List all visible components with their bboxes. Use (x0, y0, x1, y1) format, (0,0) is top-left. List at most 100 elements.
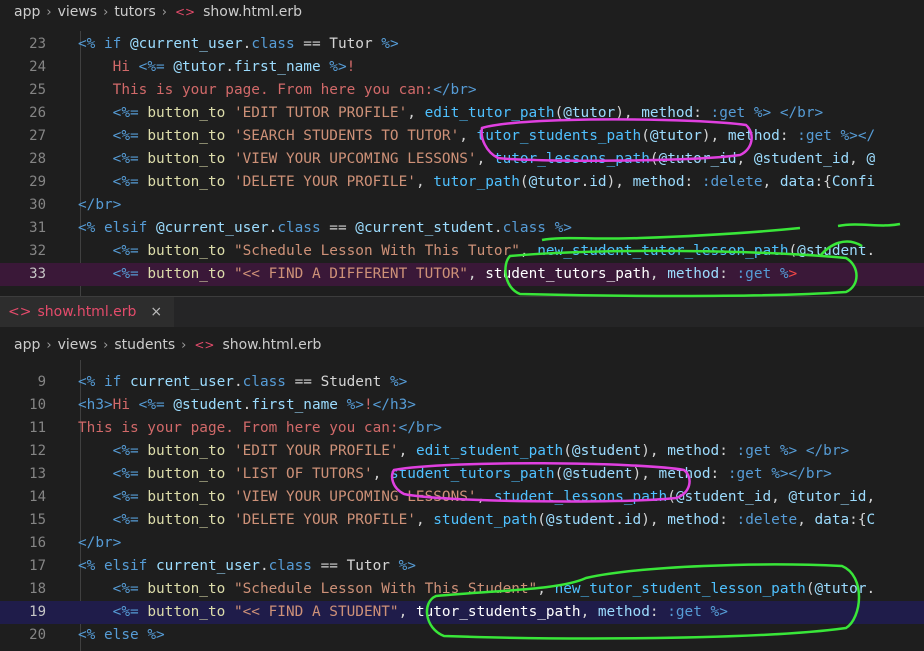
code-token: @current_user (156, 220, 269, 236)
code-line[interactable]: 31 <% elsif @current_user.class == @curre… (0, 217, 924, 240)
code-token: : (649, 604, 668, 620)
code-token: first_name (233, 59, 321, 75)
code-line[interactable]: 16 </br> (0, 532, 924, 555)
code-token: class (277, 220, 321, 236)
code-token: ( (519, 174, 529, 190)
code-text: <%= button_to 'LIST OF TUTORS', student_… (78, 463, 832, 486)
line-number: 19 (29, 604, 46, 620)
breadcrumb-item[interactable]: views (58, 337, 98, 353)
code-line[interactable]: 10 <h3>Hi <%= @student.first_name %>!</h3… (0, 394, 924, 417)
breadcrumb-item[interactable]: students (114, 337, 175, 353)
breadcrumb-file[interactable]: show.html.erb (203, 4, 302, 20)
code-token: , (476, 489, 494, 505)
code-token: : (719, 266, 737, 282)
code-line[interactable]: 20 <% else %> (0, 624, 924, 647)
code-token: : (719, 443, 737, 459)
code-token: %> (771, 466, 789, 482)
line-number: 31 (29, 220, 46, 236)
code-token: data (814, 512, 850, 528)
code-line[interactable]: 18 <%= button_to "Schedule Lesson With T… (0, 578, 924, 601)
code-token: </br> (788, 466, 832, 482)
code-line[interactable]: 30 </br> (0, 194, 924, 217)
code-line[interactable]: 25 This is your page. From here you can:… (0, 79, 924, 102)
code-token: button_to (147, 604, 226, 620)
code-token: @tutor (528, 174, 581, 190)
code-token: , (415, 512, 434, 528)
code-token: @student (173, 397, 243, 413)
code-token: button_to (147, 512, 226, 528)
code-text: <%= button_to 'VIEW YOUR UPCOMING LESSON… (78, 486, 876, 509)
tab-show-html-erb[interactable]: <> show.html.erb × (0, 297, 175, 327)
code-text: Hi <%= @tutor.first_name %>! (78, 56, 356, 79)
close-icon[interactable]: × (150, 304, 162, 320)
code-token: == Tutor (311, 558, 399, 574)
code-text: <%= button_to 'EDIT YOUR PROFILE', edit_… (78, 440, 850, 463)
code-token: @tutor (173, 59, 226, 75)
code-text: <% elsif current_user.class == Tutor %> (78, 555, 416, 578)
code-token: </h3> (372, 397, 416, 413)
code-token: == Tutor (294, 36, 382, 52)
chevron-right-icon: › (46, 4, 52, 20)
code-line[interactable]: 27 <%= button_to 'SEARCH STUDENTS TO TUT… (0, 125, 924, 148)
code-token: . (866, 243, 876, 259)
code-token: <% (78, 374, 96, 390)
code-line[interactable]: 11 This is your page. From here you can:<… (0, 417, 924, 440)
chevron-right-icon: › (46, 337, 52, 353)
code-token: This is your page. From here you can: (112, 82, 434, 98)
code-line[interactable]: 23 <% if @current_user.class == Tutor %> (0, 33, 924, 56)
code-token: , (415, 174, 434, 190)
code-line[interactable]: 9 <% if current_user.class == Student %> (0, 371, 924, 394)
code-line[interactable]: 33 <%= button_to "<< FIND A DIFFERENT TU… (0, 263, 924, 286)
code-token: student_path (433, 512, 538, 528)
code-line[interactable]: 17 <% elsif current_user.class == Tutor %… (0, 555, 924, 578)
code-token: %> (554, 220, 572, 236)
code-token: @student (563, 466, 633, 482)
code-line[interactable]: 29 <%= button_to 'DELETE YOUR PROFILE', … (0, 171, 924, 194)
editor-pane-bottom[interactable]: 9 <% if current_user.class == Student %> 1… (0, 360, 924, 651)
code-token: 'VIEW YOUR UPCOMING LESSONS' (233, 151, 477, 167)
code-line[interactable]: 12 <%= button_to 'EDIT YOUR PROFILE', ed… (0, 440, 924, 463)
code-text: <%= button_to "<< FIND A DIFFERENT TUTOR… (78, 263, 798, 286)
code-line[interactable]: 13 <%= button_to 'LIST OF TUTORS', stude… (0, 463, 924, 486)
code-token: <%= (112, 243, 139, 259)
editor-pane-top[interactable]: 23 <% if @current_user.class == Tutor %> 2… (0, 31, 924, 296)
breadcrumb-item[interactable]: app (14, 4, 40, 20)
code-token: <% (78, 220, 96, 236)
breadcrumb-file[interactable]: show.html.erb (222, 337, 321, 353)
code-line[interactable]: 24 Hi <%= @tutor.first_name %>! (0, 56, 924, 79)
code-token: , (736, 151, 754, 167)
code-token: . (233, 374, 243, 390)
code-token: ( (554, 466, 564, 482)
chevron-right-icon: › (103, 4, 109, 20)
line-number: 30 (29, 197, 46, 213)
code-text: This is your page. From here you can:</b… (78, 417, 442, 440)
code-line[interactable]: 15 <%= button_to 'DELETE YOUR PROFILE', … (0, 509, 924, 532)
code-token: button_to (147, 266, 226, 282)
code-token: . (268, 220, 278, 236)
code-text: </br> (78, 532, 121, 555)
code-token: == (320, 220, 356, 236)
code-line[interactable]: 19 <%= button_to "<< FIND A STUDENT", tu… (0, 601, 924, 624)
code-text: </br> (78, 194, 121, 217)
code-line[interactable]: 14 <%= button_to 'VIEW YOUR UPCOMING LES… (0, 486, 924, 509)
code-token: @tutor (814, 581, 867, 597)
code-line[interactable]: 32 <%= button_to "Schedule Lesson With T… (0, 240, 924, 263)
breadcrumb-item[interactable]: views (58, 4, 98, 20)
code-line[interactable]: 28 <%= button_to 'VIEW YOUR UPCOMING LES… (0, 148, 924, 171)
code-token: ( (641, 128, 650, 144)
breadcrumb-item[interactable]: tutors (114, 4, 155, 20)
code-text: <%= button_to "Schedule Lesson With This… (78, 578, 876, 601)
code-token: . (259, 558, 269, 574)
code-line[interactable]: 26 <%= button_to 'EDIT TUTOR PROFILE', e… (0, 102, 924, 125)
code-text: <%= button_to 'DELETE YOUR PROFILE', tut… (78, 171, 876, 194)
code-token: , (467, 266, 486, 282)
breadcrumb-item[interactable]: app (14, 337, 40, 353)
